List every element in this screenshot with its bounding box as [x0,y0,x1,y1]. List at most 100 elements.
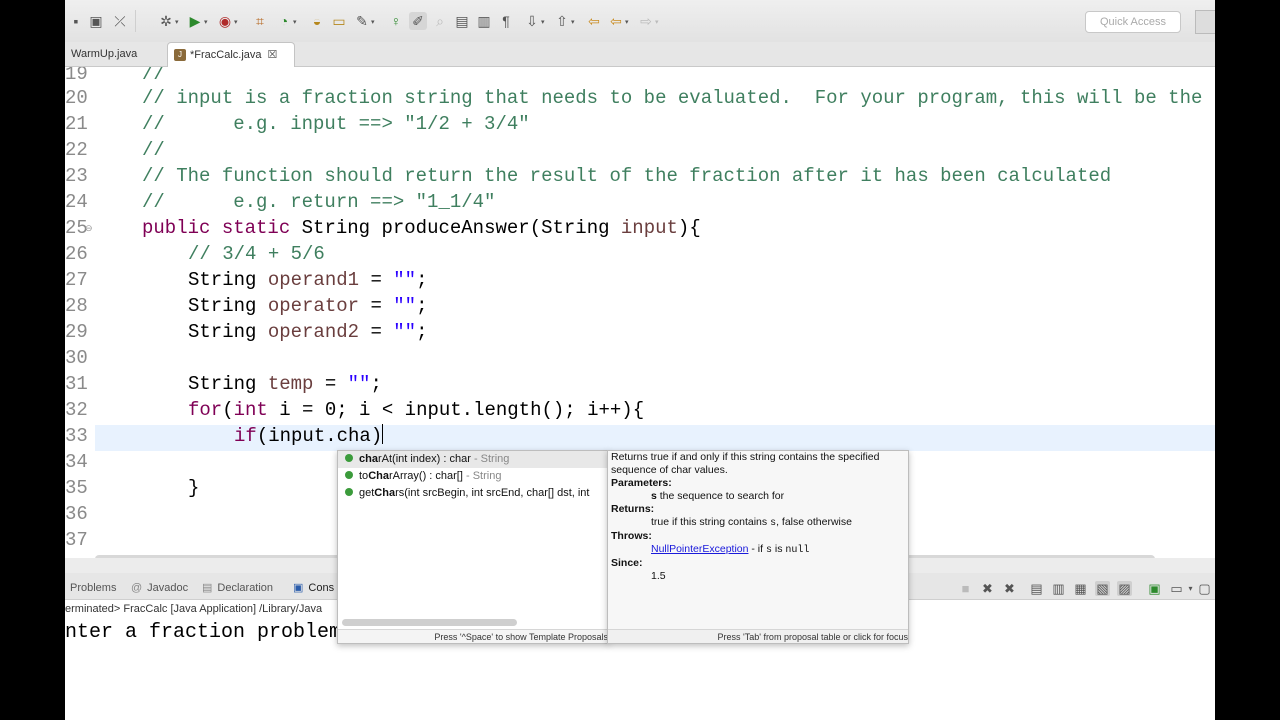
javadoc-summary: Returns true if and only if this string … [611,451,880,476]
prev-annotation-icon[interactable]: ⇧ [553,12,571,30]
open-folder-icon[interactable]: ▭ [330,12,348,30]
close-icon[interactable]: ☒ [268,49,278,61]
line-number: 30 [65,347,88,369]
show-whitespace-icon[interactable]: ▥ [475,12,493,30]
tab-javadoc[interactable]: @ Javadoc [131,573,188,603]
open-type-icon[interactable]: ◒ [308,12,326,30]
code-line: for(int i = 0; i < input.length(); i++){ [188,399,645,421]
editor-tab-bar: WarmUp.java J *FracCalc.java ☒ [65,42,1215,67]
bulb-icon[interactable]: ♀ [387,12,405,30]
line-number: 33 [65,425,88,447]
code-line: String operand1 = ""; [188,269,428,291]
last-edit-icon[interactable]: ⇦ [585,12,603,30]
scroll-lock-icon[interactable]: ▥ [1051,581,1066,596]
pin-console-icon[interactable]: ▧ [1095,581,1110,596]
text-caret [382,424,384,444]
returns-row: true if this string contains s, false ot… [651,516,852,529]
line-number: 34 [65,451,88,473]
java-file-icon: J [174,49,186,62]
public-method-icon [345,471,353,479]
run-icon[interactable]: ▶ [186,12,204,30]
highlight-icon[interactable]: ✐ [409,12,427,30]
code-line: } [188,477,200,499]
forward-icon[interactable]: ⇨ [637,12,655,30]
code-line: String temp = ""; [188,373,382,395]
line-number: 27 [65,269,88,291]
tab-console[interactable]: ▣ Cons [293,573,334,603]
declaration-icon: ▤ [202,582,213,594]
line-number: 21 [65,113,88,135]
line-number: 28 [65,295,88,317]
remove-all-icon[interactable]: ✖ [1002,581,1017,596]
skip-breakpoints-icon[interactable]: ⤫ [111,12,129,30]
display-console-icon[interactable]: ▭ [1169,581,1184,596]
eclipse-window: ▪ ▣ ⤫ ✲ ▾ ▶ ▾ ◉ ▾ ⌗ ◔ ▾ ◒ ▭ ✎ ▾ ♀ ✐ ⌕ ▤ … [65,0,1215,720]
console-output[interactable]: nter a fraction problem: [65,620,353,646]
next-annotation-icon[interactable]: ⇩ [523,12,541,30]
tab-declaration[interactable]: ▤ Declaration [202,573,273,603]
tab-warmup[interactable]: WarmUp.java [65,42,165,66]
javadoc-footer: Press 'Tab' from proposal table or click… [608,629,908,643]
save-all-icon[interactable]: ▣ [87,12,105,30]
open-console-icon[interactable]: ▣ [1147,581,1162,596]
perspective-icon[interactable] [1195,10,1215,34]
code-line: public static String produceAnswer(Strin… [142,217,701,239]
minimize-icon[interactable]: ▢ [1197,581,1212,596]
block-select-icon[interactable]: ▤ [453,12,471,30]
console-icon: ▣ [293,582,304,594]
javadoc-content: Returns true if and only if this string … [611,451,903,583]
code-line: // e.g. input ==> "1/2 + 3/4" [142,113,530,135]
code-line: String operand2 = ""; [188,321,428,343]
since-value: 1.5 [651,570,666,582]
paragraph-icon[interactable]: ¶ [497,12,515,30]
word-wrap-icon[interactable]: ▦ [1073,581,1088,596]
proposal-item[interactable]: charAt(int index) : char - String [338,451,608,468]
terminate-icon[interactable]: ■ [958,581,973,596]
code-line: String operator = ""; [188,295,428,317]
line-number: 23 [65,165,88,187]
javadoc-popup[interactable]: Returns true if and only if this string … [607,450,909,644]
new-package-icon[interactable]: ⌗ [251,12,269,30]
line-number: 19 [65,67,88,85]
line-number: 20 [65,87,88,109]
right-black-bar [1215,0,1280,720]
returns-label: Returns: [611,503,655,515]
line-number: 35 [65,477,88,499]
tab-label: WarmUp.java [71,48,138,60]
code-line: // [142,67,165,85]
console-status: erminated> FracCalc [Java Application] /… [65,603,323,615]
proposal-scrollbar[interactable] [342,619,517,626]
code-line: if(input.cha) [234,424,384,447]
line-number: 37 [65,529,88,551]
back-icon[interactable]: ⇦ [607,12,625,30]
proposal-item[interactable]: getChars(int srcBegin, int srcEnd, char[… [338,485,608,502]
fold-icon[interactable]: ⊖ [85,215,93,241]
run-external-icon[interactable]: ◉ [216,12,234,30]
code-line: // input is a fraction string that needs… [142,87,1215,109]
quick-access-field[interactable]: Quick Access [1085,11,1181,33]
debug-icon[interactable]: ✲ [157,12,175,30]
throws-label: Throws: [611,530,652,542]
new-class-icon[interactable]: ◔ [275,12,293,30]
remove-launch-icon[interactable]: ✖ [980,581,995,596]
search-icon[interactable]: ✎ [353,12,371,30]
tab-problems[interactable]: Problems [70,573,116,603]
occurrence-icon[interactable]: ⌕ [431,12,449,30]
throws-row: NullPointerException - if s is null [651,543,810,556]
proposal-item[interactable]: toCharArray() : char[] - String [338,468,608,485]
tab-fraccalc[interactable]: J *FracCalc.java ☒ [167,42,295,67]
main-toolbar: ▪ ▣ ⤫ ✲ ▾ ▶ ▾ ◉ ▾ ⌗ ◔ ▾ ◒ ▭ ✎ ▾ ♀ ✐ ⌕ ▤ … [65,0,1215,43]
param-row: s the sequence to search for [651,490,785,502]
public-method-icon [345,454,353,462]
assist-footer: Press '^Space' to show Template Proposal… [338,629,608,643]
chevron-down-icon[interactable]: ▾ [1183,581,1198,596]
line-number: 24 [65,191,88,213]
npe-link[interactable]: NullPointerException [651,543,748,555]
code-line: // 3/4 + 5/6 [188,243,325,265]
content-assist-popup[interactable]: charAt(int index) : char - String toChar… [337,450,609,644]
show-console-icon[interactable]: ▨ [1117,581,1132,596]
tab-label: *FracCalc.java [190,49,262,61]
clear-console-icon[interactable]: ▤ [1029,581,1044,596]
save-icon[interactable]: ▪ [67,12,85,30]
public-method-icon [345,488,353,496]
